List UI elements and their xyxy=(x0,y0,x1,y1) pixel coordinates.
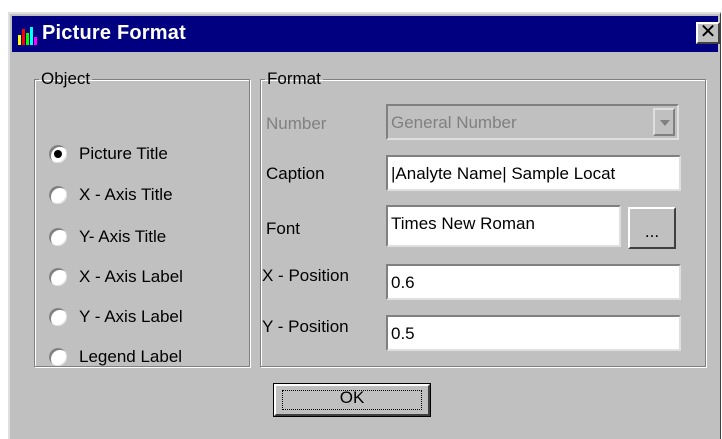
number-dropdown[interactable]: General Number xyxy=(386,104,679,140)
window-title: Picture Format xyxy=(42,22,186,44)
radio-legend-label[interactable]: Legend Label xyxy=(49,345,182,369)
format-group-legend: Format xyxy=(267,69,321,88)
radio-label: Y - Axis Label xyxy=(79,307,183,326)
close-button[interactable]: ✕ xyxy=(696,22,720,44)
font-browse-button[interactable]: ... xyxy=(628,207,676,249)
radio-button[interactable] xyxy=(49,348,67,366)
title-bar[interactable]: Picture Format ✕ xyxy=(12,16,720,52)
radio-y-axis-label[interactable]: Y - Axis Label xyxy=(49,305,183,329)
ok-button-label: OK xyxy=(339,388,365,407)
font-browse-label: ... xyxy=(644,222,660,241)
caption-field[interactable]: |Analyte Name| Sample Locat xyxy=(386,155,681,191)
radio-button-selected[interactable] xyxy=(49,145,67,163)
x-position-field[interactable]: 0.6 xyxy=(386,264,681,300)
object-group-legend: Object xyxy=(41,69,91,88)
close-icon: ✕ xyxy=(699,21,717,43)
caption-label: Caption xyxy=(266,164,325,183)
object-group: Object Picture Title X - Axis Title Y- A… xyxy=(34,69,250,367)
radio-label: X - Axis Label xyxy=(79,267,183,286)
x-position-label: X - Position xyxy=(262,266,349,285)
chevron-down-icon[interactable] xyxy=(653,108,675,136)
radio-label: X - Axis Title xyxy=(79,185,173,204)
radio-picture-title[interactable]: Picture Title xyxy=(49,142,168,166)
y-position-field[interactable]: 0.5 xyxy=(386,315,681,351)
font-field: Times New Roman xyxy=(386,205,621,247)
number-dropdown-value: General Number xyxy=(391,113,517,132)
radio-label: Y- Axis Title xyxy=(79,227,167,246)
radio-x-axis-label[interactable]: X - Axis Label xyxy=(49,265,183,289)
radio-button[interactable] xyxy=(49,186,67,204)
picture-format-dialog: Picture Format ✕ Object Picture Title X … xyxy=(8,12,721,439)
number-label: Number xyxy=(266,114,327,133)
radio-button[interactable] xyxy=(49,308,67,326)
radio-label: Legend Label xyxy=(79,347,183,366)
font-label: Font xyxy=(266,219,301,238)
y-position-label: Y - Position xyxy=(262,317,349,336)
radio-label: Picture Title xyxy=(79,144,168,163)
radio-button[interactable] xyxy=(49,268,67,286)
chart-icon xyxy=(18,27,38,45)
radio-button[interactable] xyxy=(49,228,67,246)
radio-x-axis-title[interactable]: X - Axis Title xyxy=(49,183,173,207)
ok-button[interactable]: OK xyxy=(273,383,431,417)
radio-y-axis-title[interactable]: Y- Axis Title xyxy=(49,225,166,249)
